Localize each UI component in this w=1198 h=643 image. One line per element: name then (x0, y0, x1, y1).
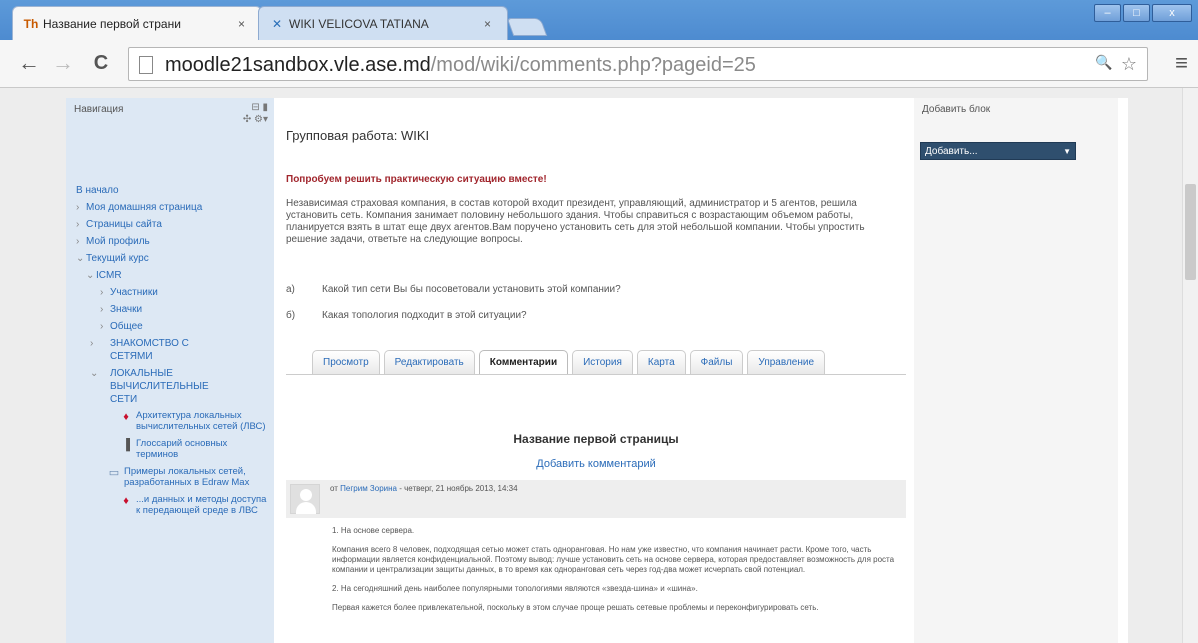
navigation-block: Навигация ⊟ ▮ ✣ ⚙▾ В начало › Моя домашня… (66, 98, 274, 643)
tab-title: WIKI VELICOVA TATIANA (289, 17, 429, 31)
tab-admin[interactable]: Управление (747, 350, 826, 374)
comment-body: 1. На основе сервера. Компания всего 8 ч… (332, 526, 902, 622)
block-controls[interactable]: ⊟ ▮ ✣ ⚙▾ (243, 102, 268, 126)
block-actions-icon[interactable]: ✣ ⚙▾ (243, 114, 268, 126)
question-a: а) Какой тип сети Вы бы посоветовали уста… (286, 284, 621, 295)
wiki-page-heading: Название первой страницы (513, 432, 679, 446)
pdf-icon: ♦ (123, 495, 129, 507)
chevron-down-icon: ▼ (1063, 147, 1071, 156)
navigation-block-title: Навигация (74, 104, 124, 115)
resource-link[interactable]: ♦ Архитектура локальных вычислительных с… (76, 410, 272, 432)
wiki-favicon-icon: ✕ (271, 17, 283, 31)
moodle-favicon-icon: Th (23, 17, 39, 31)
tab-view[interactable]: Просмотр (312, 350, 380, 374)
nav-item-course[interactable]: ⌄ ICMR (76, 269, 272, 282)
avatar[interactable] (290, 484, 320, 514)
tab-edit[interactable]: Редактировать (383, 350, 475, 374)
nav-item-participants[interactable]: › Участники (76, 286, 272, 299)
url-path: /mod/wiki/comments.php?pageid=25 (430, 54, 756, 76)
tab-comments[interactable]: Комментарии (478, 350, 569, 374)
main-content: Групповая работа: WIKI Попробуем решить … (286, 98, 906, 643)
close-window-button[interactable]: x (1152, 4, 1192, 22)
comment-paragraph: 1. На основе сервера. (332, 526, 415, 535)
reload-icon[interactable]: C (88, 50, 114, 76)
comment-paragraph: Компания всего 8 человек, подходящая сет… (332, 545, 895, 574)
nav-item-home[interactable]: В начало (76, 184, 272, 197)
nav-item-site-pages[interactable]: › Страницы сайта (76, 218, 272, 231)
moodle-page: Навигация ⊟ ▮ ✣ ⚙▾ В начало › Моя домашня… (66, 98, 1128, 643)
browser-tab-strip: Th Название первой страни × ✕ WIKI VELIC… (0, 0, 1198, 40)
resource-link[interactable]: ♦ ...и данных и методы доступа к передаю… (76, 494, 272, 516)
nav-item-section-lan[interactable]: ⌄ ЛОКАЛЬНЫЕ ВЫЧИСЛИТЕЛЬНЫЕ СЕТИ (86, 367, 216, 406)
resource-link[interactable]: ▭ Примеры локальных сетей, разработанных… (76, 466, 272, 488)
comment-header: от Пегрим Зорина - четверг, 21 ноябрь 20… (286, 480, 906, 518)
browser-toolbar: ← → C moodle21sandbox.vle.ase.md/mod/wik… (0, 40, 1198, 88)
url-host: moodle21sandbox.vle.ase.md (165, 54, 431, 76)
comment: от Пегрим Зорина - четверг, 21 ноябрь 20… (286, 480, 906, 643)
comment-paragraph: 2. На сегодняшний день наиболее популярн… (332, 584, 698, 593)
url-text[interactable]: moodle21sandbox.vle.ase.md/mod/wiki/comm… (165, 52, 756, 78)
nav-item-badges[interactable]: › Значки (76, 303, 272, 316)
nav-item-profile[interactable]: › Мой профиль (76, 235, 272, 248)
page-title: Групповая работа: WIKI (286, 128, 430, 143)
resource-link[interactable]: ▐ Глоссарий основных терминов (76, 438, 272, 460)
maximize-button[interactable]: □ (1123, 4, 1150, 22)
expand-icon: › (76, 236, 80, 247)
nav-item-current-course[interactable]: ⌄ Текущий курс (76, 252, 272, 265)
back-icon[interactable]: ← (16, 50, 42, 76)
nav-item-dashboard[interactable]: › Моя домашняя страница (76, 201, 272, 214)
dock-block-icon[interactable]: ⊟ ▮ (243, 102, 268, 114)
bullet-icon: › (76, 202, 80, 213)
address-bar[interactable]: moodle21sandbox.vle.ase.md/mod/wiki/comm… (128, 47, 1148, 81)
expand-icon: › (76, 219, 80, 230)
comment-byline: от Пегрим Зорина - четверг, 21 ноябрь 20… (330, 484, 518, 493)
glossary-icon: ▐ (122, 439, 130, 451)
wiki-tabs: Просмотр Редактировать Комментарии Истор… (312, 350, 826, 374)
search-icon[interactable]: 🔍 (1095, 54, 1112, 75)
window-controls: – □ x (1094, 4, 1192, 22)
close-tab-icon[interactable]: × (238, 7, 245, 41)
tab-wiki[interactable]: ✕ WIKI VELICOVA TATIANA × (258, 6, 508, 40)
bookmark-star-icon[interactable]: ☆ (1121, 54, 1137, 75)
nav-item-section-intro[interactable]: › ЗНАКОМСТВО С СЕТЯМИ (76, 337, 216, 363)
page-icon (139, 56, 153, 74)
menu-icon[interactable]: ≡ (1175, 50, 1188, 76)
navigation-tree: В начало › Моя домашняя страница › Страниц… (76, 184, 272, 522)
page-scrollbar[interactable] (1182, 88, 1198, 643)
tab-history[interactable]: История (572, 350, 633, 374)
expand-icon: › (100, 321, 104, 332)
scrollbar-thumb[interactable] (1185, 184, 1196, 280)
nav-item-general[interactable]: › Общее (76, 320, 272, 333)
add-block: Добавить блок Добавить... ▼ (914, 98, 1118, 643)
tab-map[interactable]: Карта (636, 350, 686, 374)
comment-paragraph: Первая кажется более привлекательной, по… (332, 603, 819, 612)
add-block-select[interactable]: Добавить... ▼ (920, 142, 1076, 160)
comment-date: - четверг, 21 ноябрь 2013, 14:34 (397, 484, 518, 493)
forward-icon[interactable]: → (50, 50, 76, 76)
question-b: б) Какая топология подходит в этой ситуац… (286, 310, 527, 321)
close-tab-icon[interactable]: × (484, 7, 491, 41)
collapse-icon: ⌄ (86, 270, 95, 281)
pdf-icon: ♦ (123, 411, 129, 423)
new-tab-button[interactable] (506, 18, 548, 36)
collapse-icon: ⌄ (76, 253, 85, 264)
comment-author-link[interactable]: Пегрим Зорина (340, 484, 397, 493)
minimize-button[interactable]: – (1094, 4, 1121, 22)
tab-files[interactable]: Файлы (689, 350, 744, 374)
folder-icon: ▭ (108, 467, 120, 479)
add-block-title: Добавить блок (922, 104, 991, 115)
expand-icon: › (100, 304, 104, 315)
tabs-divider (286, 374, 906, 375)
add-comment-link[interactable]: Добавить комментарий (286, 458, 906, 470)
page-viewport: Навигация ⊟ ▮ ✣ ⚙▾ В начало › Моя домашня… (0, 88, 1198, 643)
tab-title: Название первой страни (43, 17, 181, 31)
collapse-icon: ⌄ (90, 368, 99, 379)
task-heading: Попробуем решить практическую ситуацию в… (286, 174, 547, 185)
task-description: Независимая страховая компания, в состав… (286, 198, 865, 245)
expand-icon: › (100, 287, 104, 298)
expand-icon: › (90, 338, 94, 349)
tab-active[interactable]: Th Название первой страни × (12, 6, 262, 40)
